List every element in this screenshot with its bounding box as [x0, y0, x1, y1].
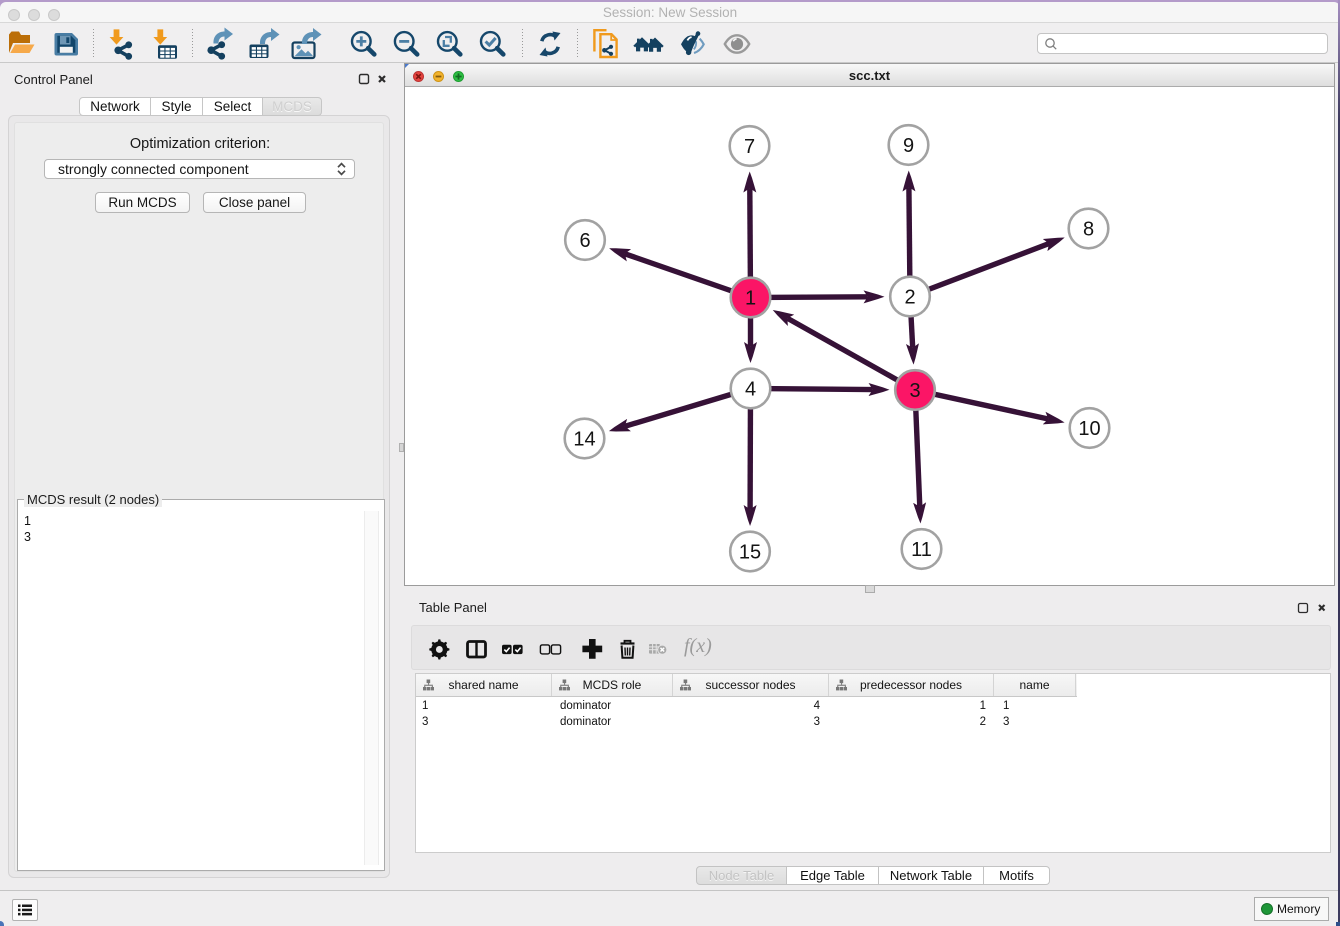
svg-text:10: 10 — [1078, 418, 1100, 440]
svg-text:6: 6 — [579, 230, 590, 252]
svg-text:1: 1 — [745, 288, 756, 310]
svg-text:9: 9 — [903, 135, 914, 157]
svg-text:15: 15 — [739, 542, 761, 564]
svg-text:14: 14 — [573, 429, 595, 451]
svg-text:2: 2 — [904, 287, 915, 309]
svg-text:3: 3 — [909, 380, 920, 402]
svg-text:4: 4 — [745, 379, 756, 401]
svg-text:7: 7 — [744, 136, 755, 158]
svg-text:8: 8 — [1083, 219, 1094, 241]
svg-text:11: 11 — [911, 539, 932, 561]
